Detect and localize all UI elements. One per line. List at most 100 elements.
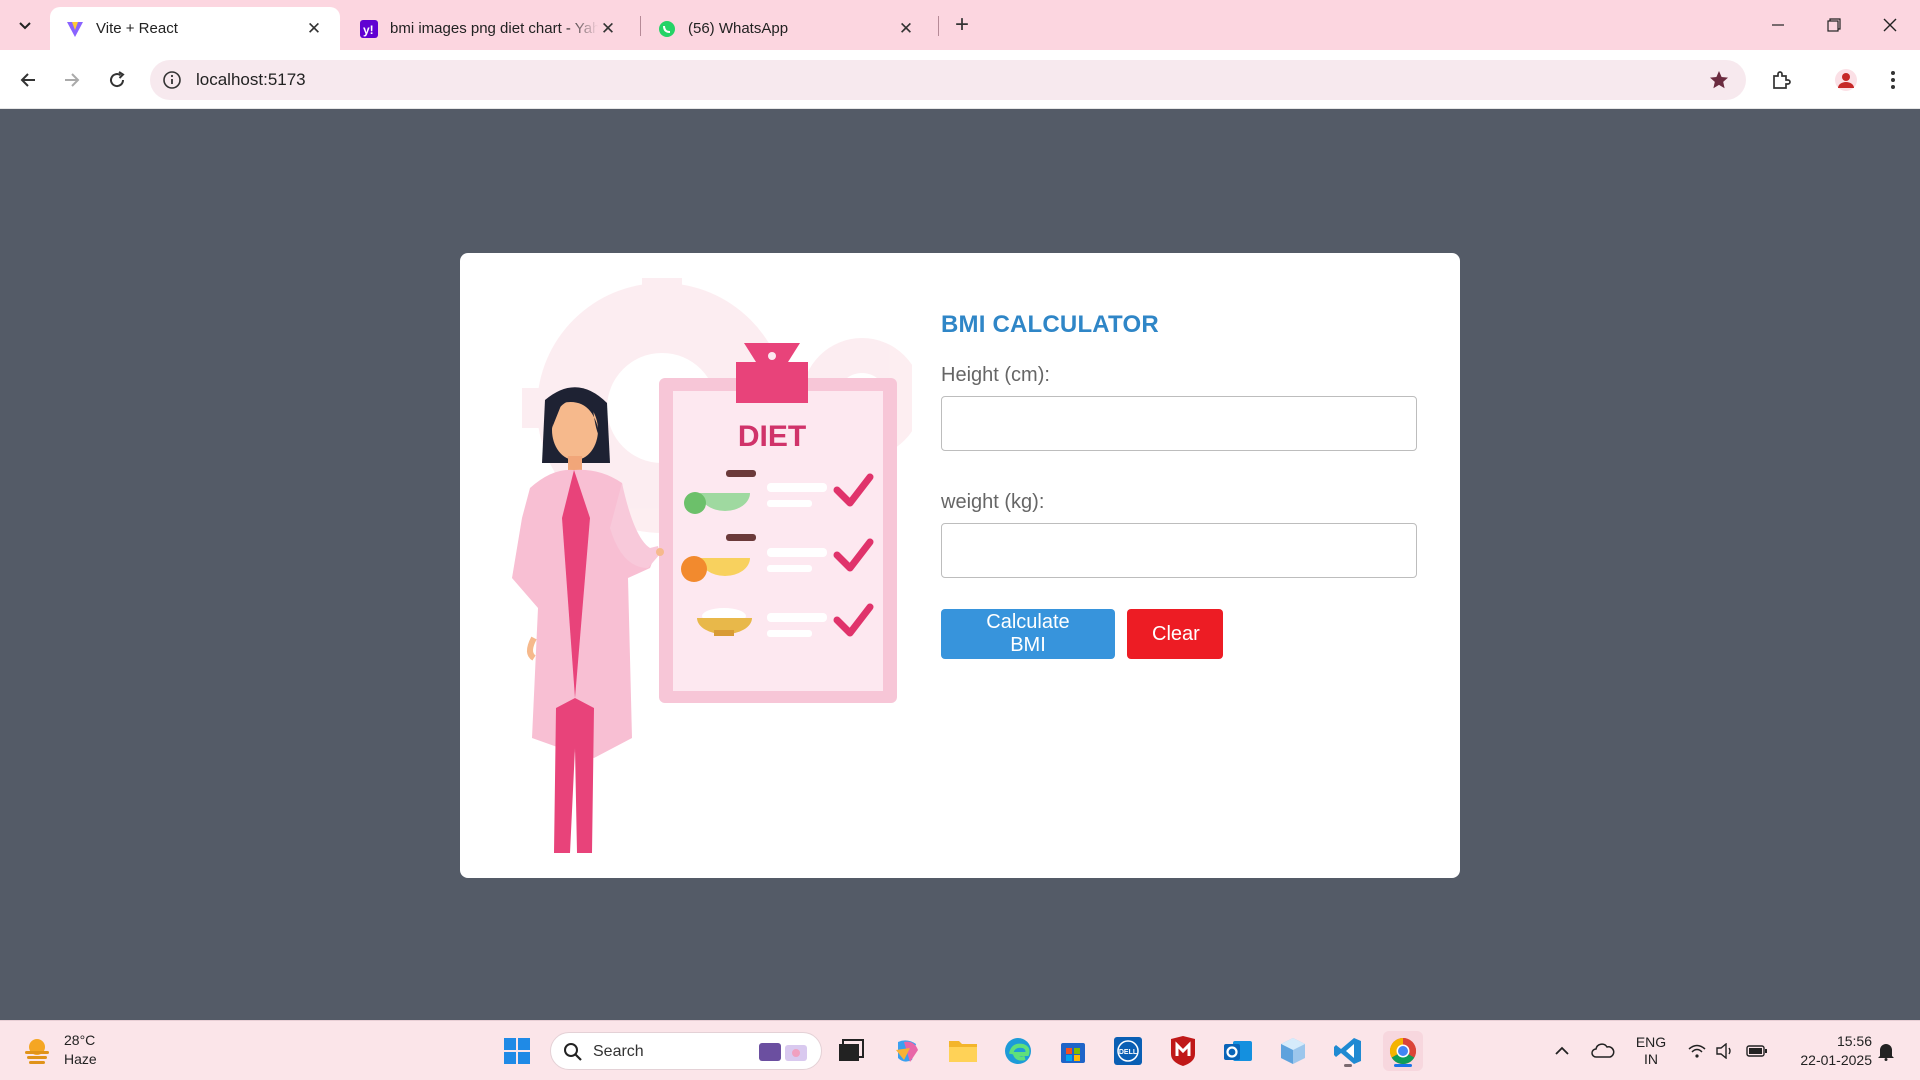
extensions-button[interactable] (1765, 64, 1797, 96)
tab-title: (56) WhatsApp (688, 20, 789, 37)
battery-icon (1746, 1045, 1767, 1057)
chrome-icon (1389, 1037, 1417, 1065)
browser-toolbar: localhost:5173 (0, 50, 1920, 109)
windows-taskbar: 28°C Haze Search DELL ENG IN 15:56 22-01… (0, 1020, 1920, 1080)
clock-time: 15:56 (1836, 1033, 1872, 1049)
haze-sun-icon (25, 1039, 49, 1064)
close-window-button[interactable] (1870, 10, 1910, 40)
weather-temperature: 28°C (64, 1032, 96, 1048)
dell-logo-icon: DELL (1114, 1037, 1142, 1065)
file-explorer-button[interactable] (943, 1031, 983, 1071)
arrow-right-icon (65, 73, 80, 87)
address-bar[interactable]: localhost:5173 (150, 60, 1746, 100)
search-icon (564, 1043, 582, 1061)
speaker-icon (1716, 1043, 1731, 1059)
bmi-card: DIET BMI CALCULATOR Height (cm): weight … (460, 253, 1460, 878)
onedrive-button[interactable] (1588, 1031, 1618, 1071)
reload-icon (110, 71, 125, 88)
new-tab-button[interactable]: + (948, 11, 976, 39)
back-button[interactable] (12, 64, 44, 96)
calculate-bmi-button[interactable]: Calculate BMI (941, 609, 1115, 659)
notifications-button[interactable] (1874, 1031, 1898, 1071)
minimize-icon (1772, 24, 1784, 26)
taskbar-search[interactable]: Search (550, 1032, 822, 1070)
profile-button[interactable] (1830, 64, 1862, 96)
vscode-icon (1334, 1038, 1361, 1064)
svg-text:DELL: DELL (1119, 1049, 1138, 1056)
arrow-left-icon (20, 73, 35, 87)
close-tab-icon[interactable]: ✕ (598, 19, 618, 39)
profile-avatar-icon (1835, 69, 1857, 91)
kebab-menu-icon (1891, 71, 1895, 89)
folder-icon (949, 1041, 977, 1062)
chevron-up-icon (1555, 1046, 1569, 1055)
tab-yahoo-search[interactable]: y! bmi images png diet chart - Yahoo ✕ (344, 7, 634, 50)
microsoft-store-button[interactable] (1053, 1031, 1093, 1071)
reload-button[interactable] (101, 64, 133, 96)
cube-icon (1281, 1038, 1305, 1064)
site-info-icon[interactable] (162, 70, 182, 90)
diet-text: DIET (738, 420, 806, 453)
mcafee-button[interactable] (1163, 1031, 1203, 1071)
tab-title: bmi images png diet chart - Yahoo (390, 20, 598, 37)
browser-tab-strip: Vite + React ✕ y! bmi images png diet ch… (0, 0, 1920, 50)
chrome-button[interactable] (1383, 1031, 1423, 1071)
tab-separator (640, 16, 641, 36)
close-icon (1883, 18, 1897, 32)
forward-button[interactable] (56, 64, 88, 96)
clear-button[interactable]: Clear (1127, 609, 1223, 659)
outlook-button[interactable] (1218, 1031, 1258, 1071)
task-view-button[interactable] (831, 1031, 871, 1071)
yahoo-logo-icon: y! (360, 19, 378, 38)
weather-description: Haze (64, 1051, 97, 1067)
tab-vite-react[interactable]: Vite + React ✕ (50, 7, 340, 50)
whatsapp-logo-icon (658, 20, 676, 38)
task-view-icon (839, 1039, 864, 1061)
bmi-form: BMI CALCULATOR Height (cm): weight (kg):… (941, 311, 1421, 659)
notification-bell-icon (1878, 1044, 1894, 1061)
close-tab-icon[interactable]: ✕ (896, 19, 916, 39)
volume-button[interactable] (1714, 1031, 1736, 1071)
edge-button[interactable] (998, 1031, 1038, 1071)
windows-logo-icon (504, 1038, 530, 1064)
restore-icon (1827, 18, 1841, 32)
3d-app-button[interactable] (1273, 1031, 1313, 1071)
chevron-down-icon (19, 22, 31, 30)
show-hidden-icons-button[interactable] (1550, 1031, 1574, 1071)
bookmark-star-icon[interactable] (1708, 69, 1730, 91)
region-code: IN (1644, 1051, 1658, 1067)
search-placeholder: Search (593, 1043, 644, 1060)
url-text[interactable]: localhost:5173 (196, 70, 306, 90)
clock[interactable]: 15:56 22-01-2025 (1782, 1031, 1872, 1071)
restore-button[interactable] (1814, 10, 1854, 40)
copilot-icon (896, 1040, 918, 1062)
weather-widget[interactable]: 28°C Haze (22, 1031, 97, 1069)
diet-illustration: DIET (512, 278, 912, 853)
tab-search-button[interactable] (10, 10, 40, 40)
close-tab-icon[interactable]: ✕ (304, 19, 324, 39)
mcafee-shield-icon (1171, 1036, 1195, 1066)
minimize-button[interactable] (1758, 10, 1798, 40)
height-input[interactable] (941, 396, 1417, 451)
svg-text:y!: y! (363, 23, 374, 37)
browser-menu-button[interactable] (1877, 64, 1909, 96)
dell-app-button[interactable]: DELL (1108, 1031, 1148, 1071)
page-title: BMI CALCULATOR (941, 311, 1159, 338)
tab-separator (938, 16, 939, 36)
language-indicator[interactable]: ENG IN (1628, 1031, 1674, 1071)
wifi-button[interactable] (1686, 1031, 1708, 1071)
start-button[interactable] (497, 1031, 537, 1071)
edge-browser-icon (1005, 1038, 1031, 1064)
store-icon (1061, 1043, 1085, 1063)
copilot-button[interactable] (887, 1031, 927, 1071)
tab-whatsapp[interactable]: (56) WhatsApp ✕ (642, 7, 932, 50)
puzzle-icon (1773, 71, 1791, 89)
outlook-icon (1224, 1041, 1252, 1061)
clock-date: 22-01-2025 (1800, 1052, 1872, 1068)
tab-title: Vite + React (96, 20, 178, 37)
weight-input[interactable] (941, 523, 1417, 578)
vscode-button[interactable] (1328, 1031, 1368, 1071)
search-highlight-icon (759, 1043, 807, 1061)
running-indicator (1344, 1064, 1352, 1067)
battery-button[interactable] (1744, 1031, 1770, 1071)
